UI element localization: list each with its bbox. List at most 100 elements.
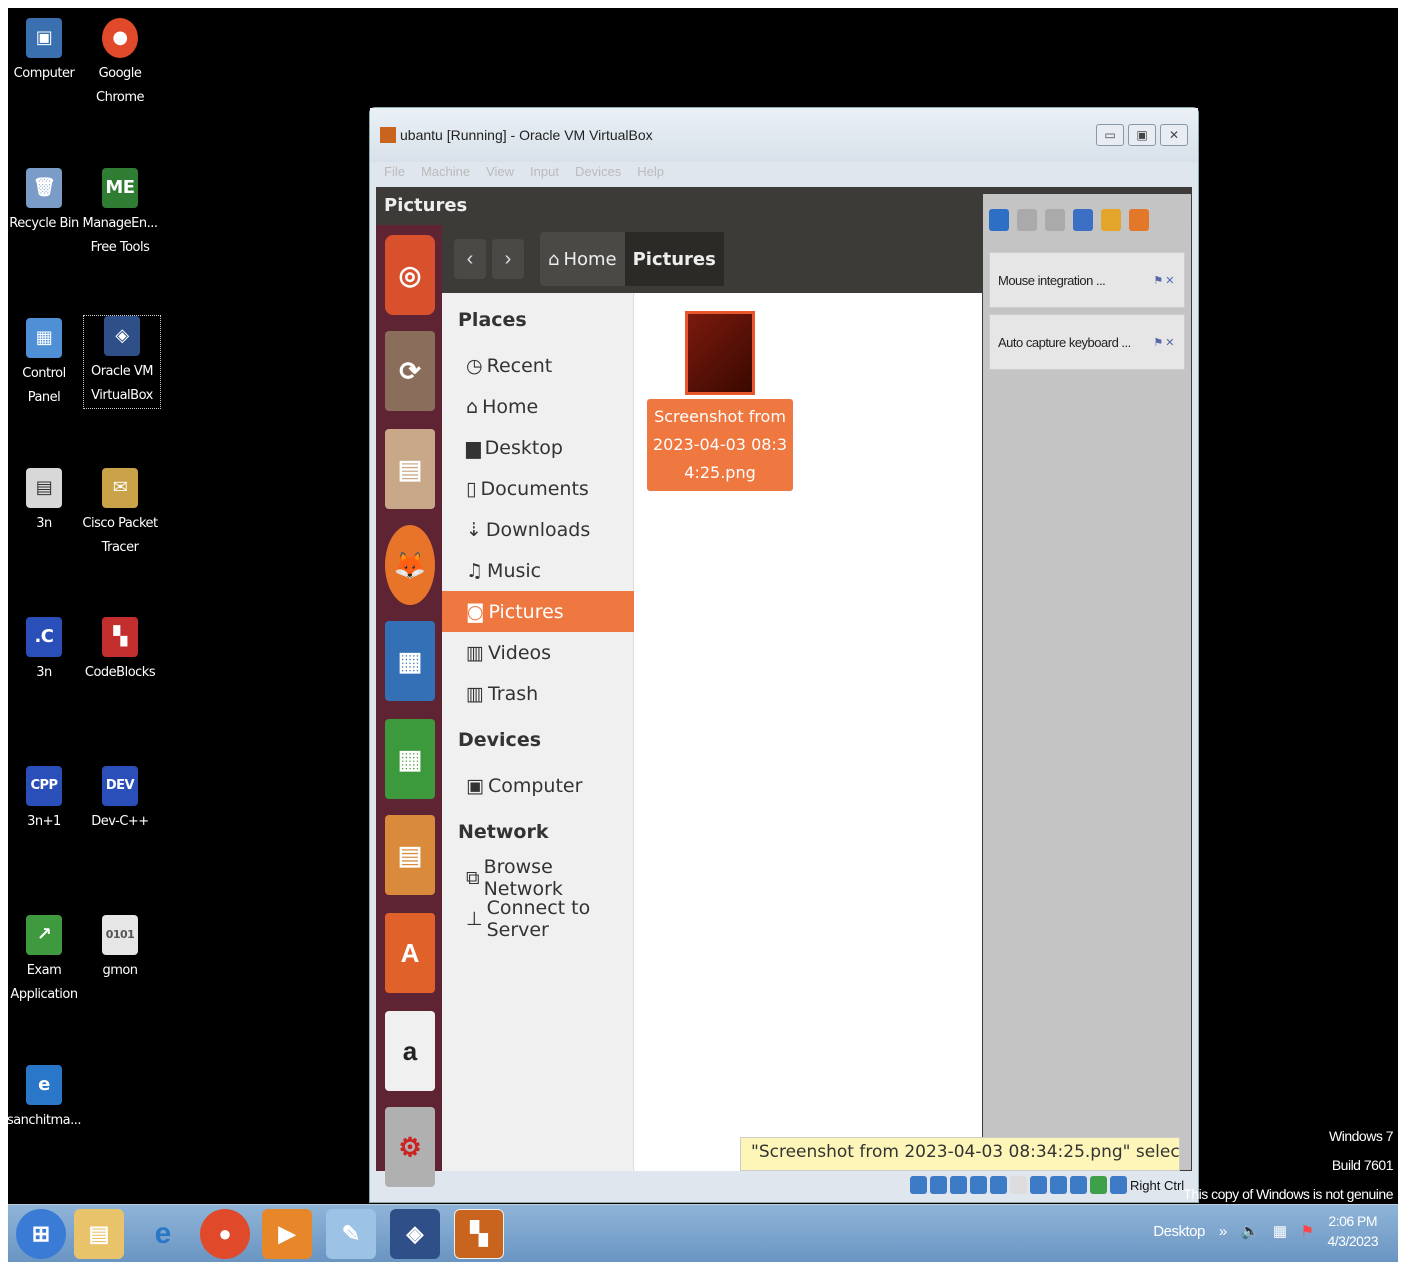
desktop-icon-3n[interactable]: ▤ 3n bbox=[6, 468, 82, 536]
file-manager[interactable]: ‹ › ⌂ Home Pictures Places ◷ Recent ⌂ Home … bbox=[442, 225, 982, 1171]
packet-tracer-icon: ✉ bbox=[102, 468, 138, 508]
desktop-icon-manageengine[interactable]: ME ManageEn... Free Tools bbox=[82, 168, 158, 260]
desktop-icon-label: gmon bbox=[102, 963, 138, 978]
menu-input[interactable]: Input bbox=[530, 164, 559, 179]
desktop-icon-control-panel[interactable]: ▦ Control Panel bbox=[6, 318, 82, 410]
desktop-icon-label: sanchitma... bbox=[6, 1113, 82, 1128]
clock-icon: ◷ bbox=[466, 354, 483, 377]
desktop-icon-packet-tracer[interactable]: ✉ Cisco Packet Tracer bbox=[82, 468, 158, 560]
clock-time: 2:06 PM bbox=[1328, 1213, 1378, 1229]
sidebar-item-browse-network[interactable]: ⧉ Browse Network bbox=[442, 856, 634, 900]
sidebar-item-documents[interactable]: ▯ Documents bbox=[442, 468, 634, 509]
display-icon[interactable] bbox=[1030, 1176, 1047, 1194]
desktop-icon-recycle-bin[interactable]: 🗑 Recycle Bin bbox=[6, 168, 82, 236]
chrome-icon[interactable]: ● bbox=[200, 1209, 250, 1259]
selection-status: "Screenshot from 2023-04-03 08:34:25.png… bbox=[740, 1137, 1180, 1171]
download-icon: ⇣ bbox=[466, 518, 482, 541]
ie-icon[interactable]: e bbox=[138, 1209, 188, 1259]
hard-disk-icon[interactable] bbox=[910, 1176, 927, 1194]
dismiss-icon[interactable]: ⚑ ✕ bbox=[1153, 336, 1174, 349]
sidebar-item-label: Recent bbox=[486, 354, 553, 377]
notification-mouse-integration[interactable]: Mouse integration ... ⚑ ✕ bbox=[989, 252, 1185, 308]
desktop-toolbar-label[interactable]: Desktop bbox=[1153, 1223, 1205, 1240]
explorer-icon[interactable]: ▤ bbox=[74, 1209, 124, 1259]
amazon-icon[interactable]: a bbox=[385, 1011, 435, 1091]
vbox-notification-panel: Mouse integration ... ⚑ ✕ Auto capture ke… bbox=[983, 194, 1191, 1170]
sidebar-item-home[interactable]: ⌂ Home bbox=[442, 386, 634, 427]
sidebar-item-downloads[interactable]: ⇣ Downloads bbox=[442, 509, 634, 550]
sidebar-item-trash[interactable]: ▥ Trash bbox=[442, 673, 634, 714]
sidebar-item-connect-to-server[interactable]: ⊥ Connect to Server bbox=[442, 897, 634, 941]
ubuntu-dash-button[interactable]: ◎ bbox=[385, 235, 435, 315]
notification-toolbar bbox=[983, 194, 1191, 246]
forward-button[interactable]: › bbox=[492, 239, 524, 279]
desktop-icon-devcpp[interactable]: DEV Dev-C++ bbox=[82, 766, 158, 834]
sidebar-item-pictures[interactable]: ◙ Pictures bbox=[442, 591, 634, 632]
notification-auto-capture[interactable]: Auto capture keyboard ... ⚑ ✕ bbox=[989, 314, 1185, 370]
file-view[interactable]: Screenshot from 2023-04-03 08:34:25.png bbox=[635, 293, 982, 1171]
calc-icon[interactable]: ▦ bbox=[385, 719, 435, 799]
start-button[interactable]: ⊞ bbox=[16, 1209, 66, 1259]
chevron-icon[interactable]: » bbox=[1219, 1223, 1227, 1240]
video-capture-icon[interactable] bbox=[1050, 1176, 1067, 1194]
cpu-icon[interactable] bbox=[1070, 1176, 1087, 1194]
sidebar-item-videos[interactable]: ▥ Videos bbox=[442, 632, 634, 673]
mouse-integration-icon[interactable] bbox=[1090, 1176, 1107, 1194]
recording-icon[interactable] bbox=[1129, 209, 1149, 231]
desktop-icon-gmon[interactable]: 0101 gmon bbox=[82, 915, 158, 983]
window-titlebar[interactable]: ubantu [Running] - Oracle VM VirtualBox bbox=[370, 108, 1198, 162]
writer-icon[interactable]: ▦ bbox=[385, 621, 435, 701]
pin-icon[interactable] bbox=[1101, 209, 1121, 231]
firefox-icon[interactable]: 🦊 bbox=[385, 525, 435, 605]
sidebar-item-recent[interactable]: ◷ Recent bbox=[442, 345, 634, 386]
keyboard-capture-icon[interactable] bbox=[1110, 1176, 1127, 1194]
control-panel-icon: ▦ bbox=[26, 318, 62, 358]
notepad-icon[interactable]: ✎ bbox=[326, 1209, 376, 1259]
media-player-icon[interactable]: ▶ bbox=[262, 1209, 312, 1259]
sidebar-item-label: Trash bbox=[487, 682, 539, 705]
desktop-icon-ie[interactable]: e sanchitma... bbox=[6, 1065, 82, 1133]
network-icon[interactable] bbox=[970, 1176, 987, 1194]
optical-drive-icon[interactable] bbox=[930, 1176, 947, 1194]
home-icon: ⌂ bbox=[466, 395, 479, 418]
desktop-icon-3n1[interactable]: CPP 3n+1 bbox=[6, 766, 82, 834]
audio-icon[interactable] bbox=[950, 1176, 967, 1194]
usb-icon[interactable] bbox=[990, 1176, 1007, 1194]
impress-icon[interactable]: ▤ bbox=[385, 815, 435, 895]
clock[interactable]: 2:06 PM 4/3/2023 bbox=[1328, 1211, 1379, 1251]
desktop-icon-computer[interactable]: ▣ Computer bbox=[6, 18, 82, 86]
message-icon[interactable] bbox=[989, 209, 1009, 231]
maximize-button[interactable]: ▣ bbox=[1128, 124, 1156, 146]
back-button[interactable]: ‹ bbox=[454, 239, 486, 279]
desktop-icon-virtualbox[interactable]: ◈ Oracle VM VirtualBox bbox=[83, 315, 161, 409]
menu-machine[interactable]: Machine bbox=[421, 164, 470, 179]
sidebar-item-label: Videos bbox=[487, 641, 552, 664]
sidebar-item-music[interactable]: ♫ Music bbox=[442, 550, 634, 591]
file-item[interactable]: Screenshot from 2023-04-03 08:34:25.png bbox=[647, 311, 793, 491]
desktop-icon-codeblocks[interactable]: ▚ CodeBlocks bbox=[82, 617, 158, 685]
software-center-icon[interactable]: A bbox=[385, 913, 435, 993]
desktop-icon-exam-application[interactable]: ↗ Exam Application bbox=[6, 915, 82, 1007]
vm-window-icon[interactable]: ▚ bbox=[454, 1209, 504, 1259]
sidebar-item-computer[interactable]: ▣ Computer bbox=[442, 765, 634, 806]
shared-folders-icon[interactable] bbox=[1010, 1176, 1027, 1194]
desktop-icon-3n-c[interactable]: .C 3n bbox=[6, 617, 82, 685]
sidebar-item-desktop[interactable]: ▆ Desktop bbox=[442, 427, 634, 468]
settings-icon[interactable]: ⚙ bbox=[385, 1107, 435, 1187]
menu-help[interactable]: Help bbox=[637, 164, 664, 179]
menu-file[interactable]: File bbox=[384, 164, 405, 179]
dismiss-icon[interactable]: ⚑ ✕ bbox=[1153, 274, 1174, 287]
desktop-icon-chrome[interactable]: ● Google Chrome bbox=[82, 18, 158, 110]
breadcrumb-pictures[interactable]: Pictures bbox=[624, 232, 724, 286]
breadcrumb-home[interactable]: ⌂ Home bbox=[540, 232, 625, 286]
menu-devices[interactable]: Devices bbox=[575, 164, 621, 179]
network-icon[interactable]: ▦ bbox=[1273, 1222, 1287, 1240]
close-button[interactable]: ✕ bbox=[1160, 124, 1188, 146]
action-center-icon[interactable]: ⚑ bbox=[1301, 1222, 1314, 1240]
files-icon[interactable]: ▤ bbox=[385, 429, 435, 509]
minimize-button[interactable]: ▭ bbox=[1096, 124, 1124, 146]
virtualbox-icon[interactable]: ◈ bbox=[390, 1209, 440, 1259]
volume-icon[interactable]: 🔈 bbox=[1241, 1222, 1260, 1240]
software-updater-icon[interactable]: ⟳ bbox=[385, 331, 435, 411]
menu-view[interactable]: View bbox=[486, 164, 514, 179]
